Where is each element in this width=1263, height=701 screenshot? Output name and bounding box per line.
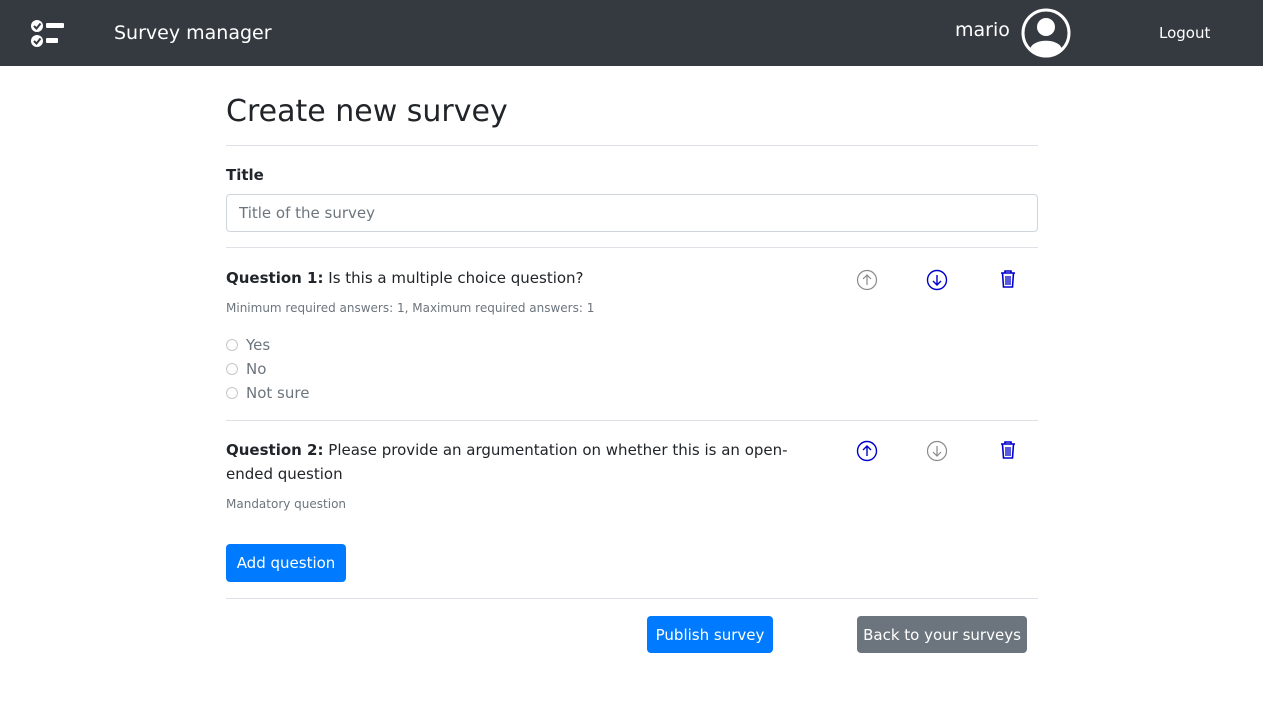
divider — [226, 420, 1038, 421]
trash-icon[interactable] — [997, 268, 1019, 290]
option-label: No — [246, 360, 267, 378]
divider — [226, 145, 1038, 146]
divider — [226, 247, 1038, 248]
trash-icon[interactable] — [997, 439, 1019, 461]
option-no[interactable]: No — [226, 359, 266, 379]
option-yes[interactable]: Yes — [226, 335, 270, 355]
option-label: Not sure — [246, 384, 310, 402]
arrow-down-circle-icon[interactable] — [926, 269, 948, 291]
add-question-button[interactable]: Add question — [226, 544, 346, 582]
username: mario — [955, 19, 1010, 41]
user-circle-icon[interactable] — [1021, 8, 1071, 58]
checklist-icon — [30, 18, 66, 50]
question-1-text: Question 1: Is this a multiple choice qu… — [226, 266, 816, 290]
back-to-surveys-button[interactable]: Back to your surveys — [857, 616, 1027, 653]
survey-title-input[interactable] — [226, 194, 1038, 232]
option-label: Yes — [246, 336, 271, 354]
question-2-text: Question 2: Please provide an argumentat… — [226, 438, 816, 486]
navbar: Survey manager mario Logout — [0, 0, 1263, 66]
arrow-up-circle-icon[interactable] — [856, 269, 878, 291]
question-number: Question 1: — [226, 269, 324, 287]
arrow-up-circle-icon[interactable] — [856, 440, 878, 462]
radio-button[interactable] — [226, 387, 238, 399]
radio-button[interactable] — [226, 339, 238, 351]
divider — [226, 598, 1038, 599]
logout-link[interactable]: Logout — [1159, 23, 1210, 43]
page-title: Create new survey — [226, 94, 508, 129]
title-label: Title — [226, 166, 264, 184]
option-not-sure[interactable]: Not sure — [226, 383, 309, 403]
question-2-meta: Mandatory question — [226, 497, 347, 511]
question-body: Is this a multiple choice question? — [328, 269, 584, 287]
question-number: Question 2: — [226, 441, 324, 459]
brand-title[interactable]: Survey manager — [114, 21, 272, 45]
question-1-meta: Minimum required answers: 1, Maximum req… — [226, 301, 595, 315]
radio-button[interactable] — [226, 363, 238, 375]
publish-survey-button[interactable]: Publish survey — [647, 616, 773, 653]
arrow-down-circle-icon[interactable] — [926, 440, 948, 462]
